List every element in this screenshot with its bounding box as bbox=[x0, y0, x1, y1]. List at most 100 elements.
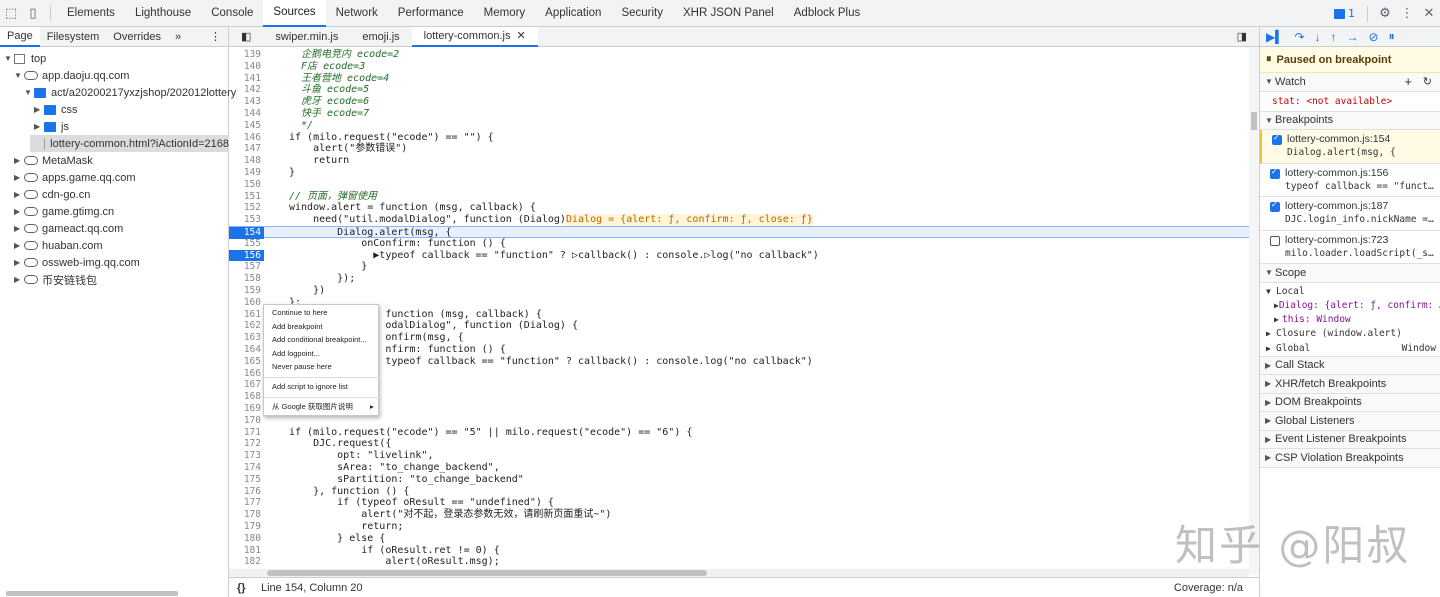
line-number[interactable]: 144 bbox=[229, 108, 261, 120]
code-line[interactable]: 161 function (msg, callback) { bbox=[229, 309, 1249, 321]
menu-item-ignore-list[interactable]: Add script to ignore list bbox=[272, 381, 348, 393]
code-line[interactable]: 169 bbox=[229, 403, 1249, 415]
section-global-listeners[interactable]: ▶ Global Listeners bbox=[1260, 412, 1440, 431]
step-into-icon[interactable]: ↓ bbox=[1315, 30, 1321, 44]
horizontal-scrollbar[interactable] bbox=[229, 569, 1249, 577]
line-number[interactable]: 165 bbox=[229, 356, 261, 368]
line-number[interactable]: 149 bbox=[229, 167, 261, 179]
close-icon[interactable]: ✕ bbox=[1418, 0, 1440, 27]
code-line[interactable]: 164 nfirm: function () { bbox=[229, 344, 1249, 356]
code-line[interactable]: 151 // 页面，弹窗使用 bbox=[229, 191, 1249, 203]
line-number[interactable]: 151 bbox=[229, 191, 261, 203]
tree-item-domain[interactable]: ▼ app.daoju.qq.com bbox=[14, 67, 129, 84]
scrollbar-thumb[interactable] bbox=[267, 570, 707, 576]
section-csp-violation-breakpoints[interactable]: ▶ CSP Violation Breakpoints bbox=[1260, 449, 1440, 468]
section-watch[interactable]: ▼ Watch + ↻ bbox=[1260, 73, 1440, 92]
tab-security[interactable]: Security bbox=[611, 0, 673, 27]
line-number[interactable]: 180 bbox=[229, 533, 261, 545]
scope-local[interactable]: ▼ Local bbox=[1260, 285, 1440, 299]
add-watch-icon[interactable]: + bbox=[1404, 74, 1412, 89]
code-line[interactable]: 141 王者营地 ecode=4 bbox=[229, 73, 1249, 85]
inspect-element-icon[interactable]: ⬚ bbox=[0, 0, 22, 27]
tab-performance[interactable]: Performance bbox=[388, 0, 474, 27]
tree-item-top[interactable]: ▼ top bbox=[4, 50, 46, 67]
code-line[interactable]: 171 if (milo.request("ecode") == "5" || m… bbox=[229, 427, 1249, 439]
breakpoint-item[interactable]: lottery-common.js:187 DJC.login_info.nick… bbox=[1260, 197, 1440, 231]
line-number[interactable]: 160 bbox=[229, 297, 261, 309]
tab-application[interactable]: Application bbox=[535, 0, 611, 27]
code-line[interactable]: 146 if (milo.request("ecode") == "") { bbox=[229, 132, 1249, 144]
section-scope[interactable]: ▼ Scope bbox=[1260, 264, 1440, 283]
gear-icon[interactable]: ⚙ bbox=[1374, 0, 1396, 27]
code-line[interactable]: 152 window.alert = function (msg, callbac… bbox=[229, 202, 1249, 214]
step-over-icon[interactable]: ↷ bbox=[1294, 30, 1304, 44]
code-line[interactable]: 170 bbox=[229, 415, 1249, 427]
close-tab-icon[interactable]: ✕ bbox=[516, 29, 525, 42]
tab-adblock-plus[interactable]: Adblock Plus bbox=[784, 0, 870, 27]
tree-item-domain[interactable]: ▶ 币安链钱包 bbox=[14, 271, 97, 288]
tree-item-domain[interactable]: ▶ ossweb-img.qq.com bbox=[14, 254, 140, 271]
code-line[interactable]: 147 alert("参数错误") bbox=[229, 143, 1249, 155]
code-line[interactable]: 173 opt: "livelink", bbox=[229, 450, 1249, 462]
line-number[interactable]: 172 bbox=[229, 438, 261, 450]
code-line[interactable]: 148 return bbox=[229, 155, 1249, 167]
more-options-icon[interactable]: ⋮ bbox=[203, 27, 228, 47]
tab-xhr-json-panel[interactable]: XHR JSON Panel bbox=[673, 0, 784, 27]
line-number[interactable]: 178 bbox=[229, 509, 261, 521]
code-line[interactable]: 172 DJC.request({ bbox=[229, 438, 1249, 450]
tree-item-domain[interactable]: ▶ apps.game.qq.com bbox=[14, 169, 136, 186]
line-number[interactable]: 150 bbox=[229, 179, 261, 191]
scope-var-dialog[interactable]: ▶ Dialog: {alert: ƒ, confirm: … bbox=[1260, 299, 1440, 313]
breakpoint-item[interactable]: lottery-common.js:154 Dialog.alert(msg, { bbox=[1260, 130, 1440, 164]
more-tabs-icon[interactable]: » bbox=[168, 27, 188, 47]
menu-item-add-logpoint[interactable]: Add logpoint... bbox=[272, 348, 320, 360]
section-xhr-breakpoints[interactable]: ▶ XHR/fetch Breakpoints bbox=[1260, 375, 1440, 394]
code-line[interactable]: 166 bbox=[229, 368, 1249, 380]
menu-item-never-pause-here[interactable]: Never pause here bbox=[272, 361, 332, 373]
line-number[interactable]: 157 bbox=[229, 261, 261, 273]
scrollbar-thumb[interactable] bbox=[1251, 112, 1257, 130]
pause-on-exceptions-icon[interactable]: ⏸ bbox=[1389, 29, 1395, 44]
issues-badge[interactable]: 1 bbox=[1328, 7, 1361, 20]
line-number[interactable]: 147 bbox=[229, 143, 261, 155]
subtab-overrides[interactable]: Overrides bbox=[106, 27, 168, 47]
tree-item-domain[interactable]: ▶ cdn-go.cn bbox=[14, 186, 90, 203]
resume-icon[interactable]: ▶▍ bbox=[1266, 30, 1284, 44]
tab-sources[interactable]: Sources bbox=[263, 0, 326, 27]
line-number[interactable]: 156 bbox=[229, 249, 264, 262]
line-number[interactable]: 162 bbox=[229, 320, 261, 332]
more-options-icon[interactable]: ⋮ bbox=[1396, 0, 1418, 27]
line-number[interactable]: 159 bbox=[229, 285, 261, 297]
line-number[interactable]: 158 bbox=[229, 273, 261, 285]
line-number[interactable]: 163 bbox=[229, 332, 261, 344]
code-line[interactable]: 145 */ bbox=[229, 120, 1249, 132]
tree-item-folder[interactable]: ▶ js bbox=[34, 118, 69, 135]
code-editor[interactable]: 139 企鹅电竞内 ecode=2 140 F店 ecode=3 141 王者营地 … bbox=[229, 47, 1249, 575]
code-line[interactable]: 144 快手 ecode=7 bbox=[229, 108, 1249, 120]
menu-item-add-breakpoint[interactable]: Add breakpoint bbox=[272, 321, 322, 333]
line-number[interactable]: 167 bbox=[229, 379, 261, 391]
file-tab-swiper[interactable]: swiper.min.js bbox=[263, 27, 350, 47]
code-line[interactable]: 167 bbox=[229, 379, 1249, 391]
line-number[interactable]: 142 bbox=[229, 84, 261, 96]
code-line[interactable]: 140 F店 ecode=3 bbox=[229, 61, 1249, 73]
tree-item-file-selected[interactable]: lottery-common.html?iActionId=2168 bbox=[30, 135, 229, 152]
line-number[interactable]: 170 bbox=[229, 415, 261, 427]
line-number[interactable]: 177 bbox=[229, 497, 261, 509]
code-line[interactable]: 139 企鹅电竞内 ecode=2 bbox=[229, 49, 1249, 61]
line-number[interactable]: 171 bbox=[229, 427, 261, 439]
tab-lighthouse[interactable]: Lighthouse bbox=[125, 0, 201, 27]
tab-console[interactable]: Console bbox=[201, 0, 263, 27]
breakpoint-item[interactable]: lottery-common.js:723 milo.loader.loadScr… bbox=[1260, 231, 1440, 264]
line-number[interactable]: 182 bbox=[229, 556, 261, 568]
tree-item-domain[interactable]: ▶ huaban.com bbox=[14, 237, 103, 254]
tab-network[interactable]: Network bbox=[326, 0, 388, 27]
tree-item-domain[interactable]: ▶ MetaMask bbox=[14, 152, 93, 169]
code-line[interactable]: 143 虎牙 ecode=6 bbox=[229, 96, 1249, 108]
tab-elements[interactable]: Elements bbox=[57, 0, 125, 27]
code-line[interactable]: 168 bbox=[229, 391, 1249, 403]
file-tab-lottery-common[interactable]: lottery-common.js ✕ bbox=[411, 26, 538, 47]
watch-expression[interactable]: stat: <not available> bbox=[1260, 92, 1440, 112]
device-toolbar-icon[interactable]: ▯ bbox=[22, 0, 44, 27]
line-number[interactable]: 176 bbox=[229, 486, 261, 498]
